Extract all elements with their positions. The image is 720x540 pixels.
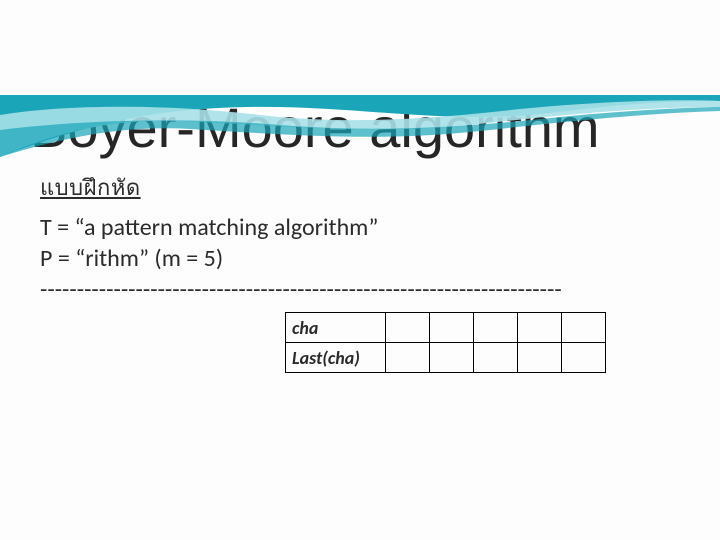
table-row: cha xyxy=(286,313,606,343)
table-cell xyxy=(562,313,606,343)
table-cell xyxy=(474,343,518,373)
decorative-waves xyxy=(0,95,720,165)
table-cell xyxy=(386,343,430,373)
table-cell xyxy=(562,343,606,373)
table-cell xyxy=(430,343,474,373)
row-header-cha: cha xyxy=(286,313,386,343)
table-row: Last(cha) xyxy=(286,343,606,373)
table-cell xyxy=(430,313,474,343)
table-cell xyxy=(518,313,562,343)
table-cell xyxy=(518,343,562,373)
exercise-label: แบบฝึกหัด xyxy=(40,170,720,205)
table-cell xyxy=(474,313,518,343)
text-T-line: T = “a pattern matching algorithm” xyxy=(40,213,720,242)
table-cell xyxy=(386,313,430,343)
row-header-last: Last(cha) xyxy=(286,343,386,373)
last-function-table: cha Last(cha) xyxy=(285,312,606,373)
separator-dashes: ----------------------------------------… xyxy=(40,275,720,304)
text-P-line: P = “rithm” (m = 5) xyxy=(40,244,720,273)
